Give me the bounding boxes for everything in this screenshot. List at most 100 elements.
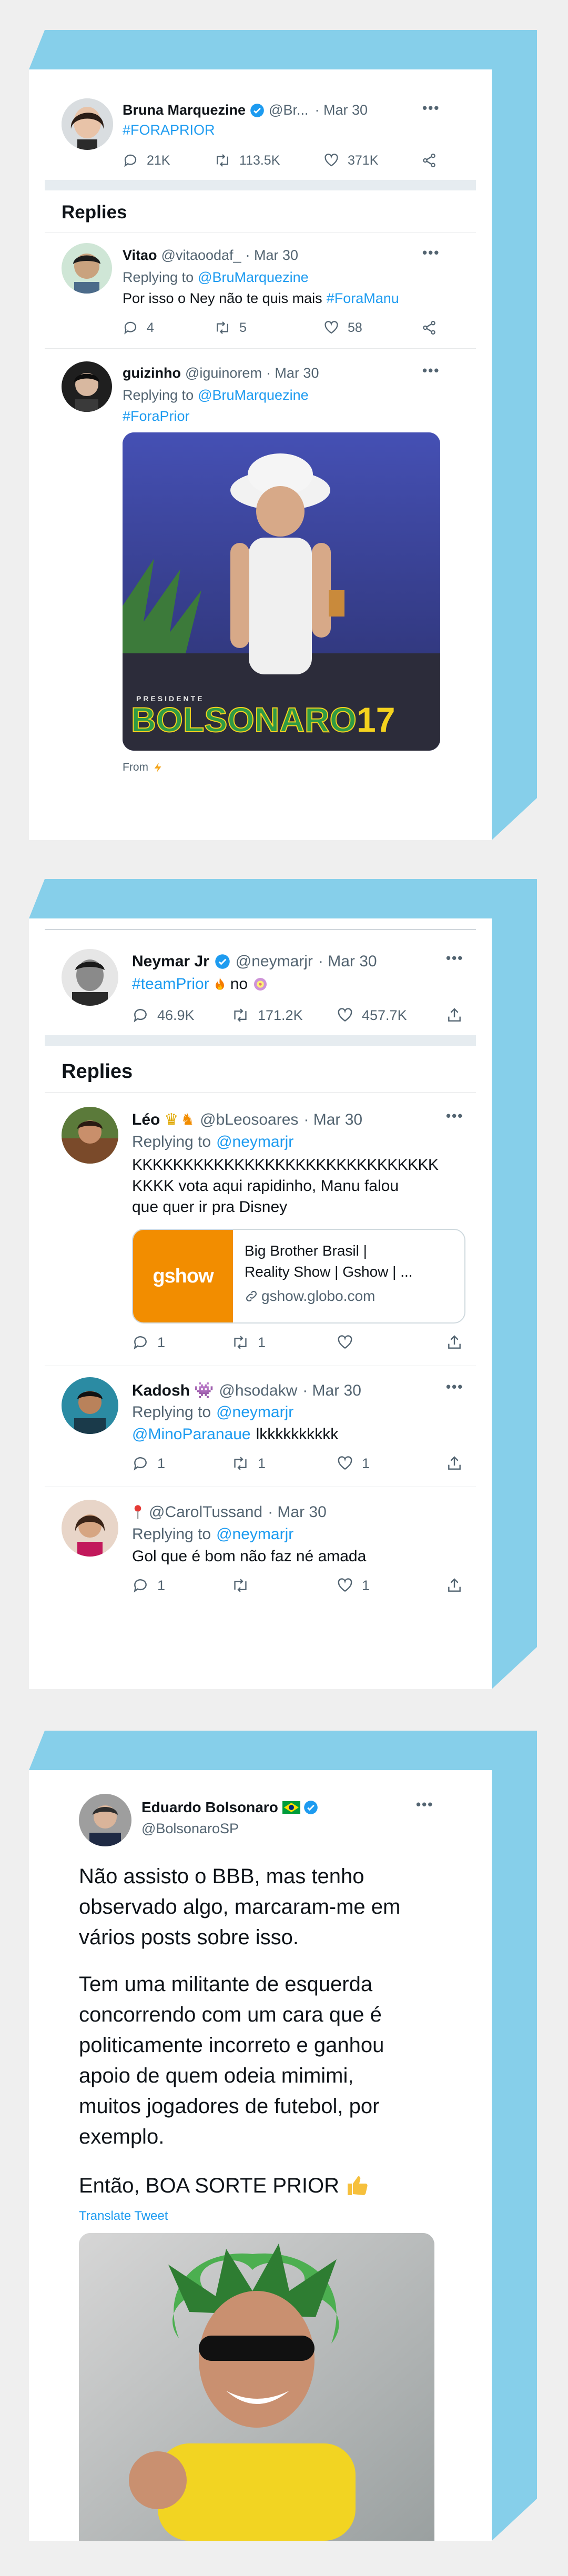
mention-link[interactable]: @MinoParanaue — [132, 1426, 251, 1443]
like-icon — [338, 1578, 352, 1592]
reply-stat[interactable]: 21K — [123, 153, 170, 168]
replying-to-label: Replying to — [132, 1403, 211, 1421]
avatar[interactable] — [62, 98, 113, 150]
tweet-hashtag[interactable]: #teamPrior — [132, 975, 209, 993]
more-options-icon[interactable]: ••• — [446, 1379, 463, 1395]
translate-tweet-link[interactable]: Translate Tweet — [79, 2209, 168, 2224]
tweet-date[interactable]: · Mar 30 — [266, 365, 319, 381]
author-name[interactable]: Kadosh — [132, 1382, 190, 1400]
like-count: 1 — [362, 1577, 370, 1593]
share-icon[interactable] — [446, 1577, 463, 1594]
reply-count: 46.9K — [157, 1007, 195, 1023]
reply-stat[interactable]: 4 — [123, 320, 154, 336]
share-icon[interactable] — [446, 1455, 463, 1472]
tweet-date[interactable]: · Mar 30 — [246, 247, 299, 264]
tweet-card: Eduardo Bolsonaro @BolsonaroSP ••• Não a… — [29, 1770, 492, 2541]
replying-to-link[interactable]: @neymarjr — [216, 1403, 293, 1421]
like-count: 1 — [362, 1455, 370, 1471]
tweet-date[interactable]: · Mar 30 — [268, 1503, 327, 1521]
reply-stat[interactable]: 1 — [132, 1577, 165, 1594]
author-handle[interactable]: @CarolTussand — [149, 1503, 262, 1521]
avatar[interactable] — [62, 361, 112, 412]
author-handle[interactable]: @hsodakw — [219, 1382, 297, 1400]
more-options-icon[interactable]: ••• — [422, 245, 440, 261]
retweet-count: 171.2K — [258, 1007, 303, 1023]
author-handle[interactable]: @iguinorem — [185, 365, 262, 381]
link-card[interactable]: gshow Big Brother Brasil | Reality Show … — [132, 1229, 465, 1324]
reply-stat[interactable]: 46.9K — [132, 1007, 195, 1024]
retweet-stat[interactable]: 113.5K — [214, 153, 280, 168]
like-stat[interactable]: 58 — [323, 320, 362, 336]
author-handle[interactable]: @vitaoodaf_ — [161, 247, 241, 264]
more-options-icon[interactable]: ••• — [446, 950, 463, 966]
tweet-text-line: politicamente incorreto e ganhou — [79, 2034, 384, 2057]
like-icon[interactable] — [337, 1334, 353, 1351]
link-card-domain: gshow.globo.com — [261, 1288, 376, 1304]
author-name[interactable]: guizinho — [123, 365, 181, 381]
tweet-media-gif[interactable]: PRESIDENTE BOLSONARO17 — [123, 432, 440, 751]
like-stat[interactable]: 1 — [337, 1577, 370, 1594]
author-handle[interactable]: @neymarjr — [236, 953, 313, 971]
avatar[interactable] — [79, 1794, 131, 1846]
divider — [45, 348, 476, 349]
like-stat[interactable]: 1 — [337, 1455, 370, 1472]
author-handle[interactable]: @BolsonaroSP — [141, 1821, 239, 1837]
tweet-date[interactable]: · Mar 30 — [302, 1382, 361, 1400]
tweet-media-image[interactable] — [79, 2233, 434, 2541]
avatar-photo — [62, 98, 113, 150]
retweet-stat[interactable]: 1 — [231, 1334, 266, 1351]
tweet-hashtag[interactable]: #ForaManu — [327, 290, 399, 307]
share-icon[interactable] — [421, 153, 437, 168]
retweet-icon — [217, 154, 228, 167]
share-icon[interactable] — [421, 320, 437, 336]
retweet-stat[interactable]: 1 — [231, 1455, 266, 1472]
reply-icon — [124, 154, 137, 167]
tweet-date[interactable]: · Mar 30 — [303, 1111, 362, 1129]
author-name[interactable]: Eduardo Bolsonaro — [141, 1799, 278, 1816]
replying-to-label: Replying to — [132, 1526, 211, 1543]
author-handle[interactable]: @Br... — [269, 102, 308, 118]
tweet-text-line: apoio de quem odeia mimimi, — [79, 2064, 354, 2087]
replying-to-link[interactable]: @BruMarquezine — [198, 269, 309, 286]
reply-stat[interactable]: 1 — [132, 1334, 165, 1351]
like-icon — [324, 154, 338, 167]
cat-emoji-icon: ♞ — [180, 1111, 195, 1128]
replying-to-link[interactable]: @neymarjr — [216, 1526, 293, 1543]
share-icon[interactable] — [446, 1007, 463, 1024]
avatar[interactable] — [62, 949, 118, 1006]
retweet-icon[interactable] — [231, 1577, 249, 1594]
divider — [45, 1092, 476, 1093]
tweet-date[interactable]: · Mar 30 — [318, 953, 377, 971]
tweet-date[interactable]: · Mar 30 — [315, 102, 368, 118]
more-options-icon[interactable]: ••• — [416, 1796, 433, 1813]
tweet-hashtag[interactable]: #ForaPrior — [123, 408, 190, 425]
more-options-icon[interactable]: ••• — [422, 362, 440, 379]
reply-stat[interactable]: 1 — [132, 1455, 165, 1472]
reply-icon — [134, 1336, 147, 1350]
avatar[interactable] — [62, 1377, 118, 1434]
link-card-thumbnail: gshow — [133, 1230, 233, 1322]
thumbs-up-emoji-icon — [348, 2176, 368, 2195]
author-name[interactable]: Vitao — [123, 247, 157, 264]
retweet-stat[interactable]: 5 — [214, 320, 247, 336]
author-name[interactable]: Léo — [132, 1111, 160, 1129]
tweet-text: Por isso o Ney não te quis mais — [123, 290, 322, 306]
screenshot-panel-2: Neymar Jr @neymarjr · Mar 30 ••• #teamPr… — [29, 879, 537, 1689]
more-options-icon[interactable]: ••• — [422, 100, 440, 116]
author-name[interactable]: Bruna Marquezine — [123, 102, 246, 118]
author-handle[interactable]: @bLeosoares — [200, 1111, 298, 1129]
more-options-icon[interactable]: ••• — [446, 1108, 463, 1124]
replying-to-link[interactable]: @BruMarquezine — [198, 387, 309, 403]
replying-to-label: Replying to — [123, 387, 194, 403]
like-stat[interactable]: 457.7K — [337, 1007, 407, 1024]
like-stat[interactable]: 371K — [323, 153, 378, 168]
tweet-hashtag[interactable]: #FORAPRIOR — [123, 122, 215, 138]
share-icon[interactable] — [446, 1334, 463, 1351]
retweet-stat[interactable]: 171.2K — [231, 1007, 303, 1024]
replying-to-link[interactable]: @neymarjr — [216, 1133, 293, 1151]
avatar[interactable] — [62, 1107, 118, 1164]
author-name[interactable]: Neymar Jr — [132, 953, 209, 971]
from-label: From — [123, 761, 148, 773]
avatar[interactable] — [62, 243, 112, 294]
avatar[interactable] — [62, 1500, 118, 1557]
